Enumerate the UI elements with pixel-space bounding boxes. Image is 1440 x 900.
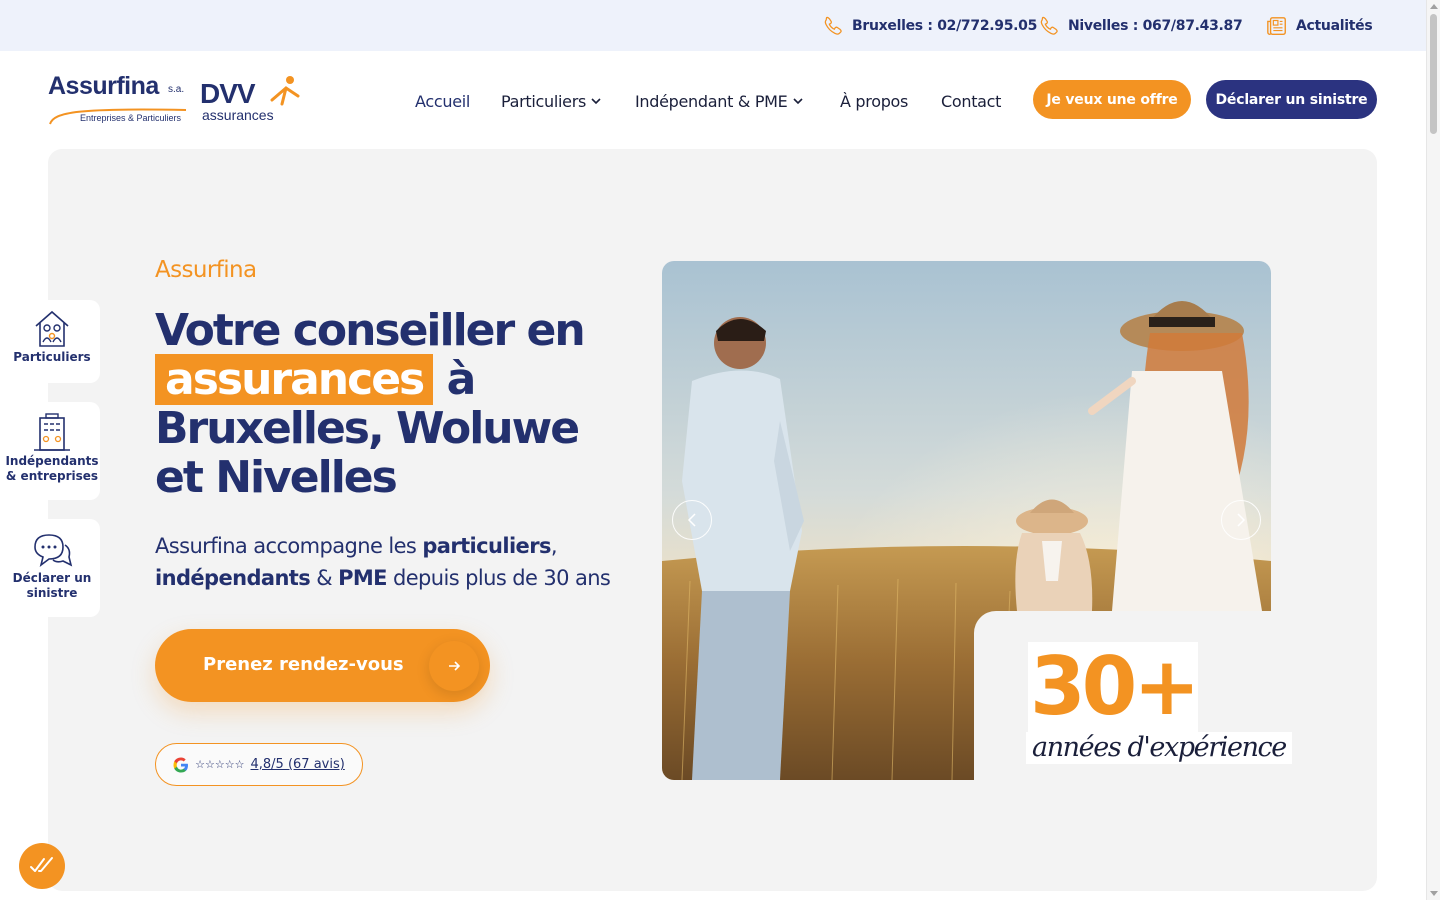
nav-about-label: À propos [840,91,909,111]
sidetab-business-label: Indépendants & entreprises [5,454,99,483]
news-label: Actualités [1296,18,1373,34]
nav-business-label: Indépendant & PME [635,91,788,111]
newspaper-icon [1267,17,1286,35]
nav-home[interactable]: Accueil [415,90,470,112]
declare-claim-button[interactable]: Déclarer un sinistre [1206,80,1377,119]
phone-bruxelles-link[interactable]: Bruxelles : 02/772.95.05 [822,15,1037,37]
dvv-sub: assurances [202,107,274,123]
dvv-logo[interactable]: DVV assurances [200,74,300,126]
sidetab-individuals[interactable]: Particuliers [4,300,100,383]
scrollbar[interactable] [1426,0,1440,900]
chevron-left-icon [687,513,696,527]
stat-label: années d'expérience [1026,732,1292,764]
sidetab-claim-label: Déclarer un sinistre [12,571,92,600]
rating-stars: ☆☆☆☆☆ [195,758,245,771]
chat-bubbles-icon [34,534,73,567]
phone-nivelles-text: Nivelles : 067/87.43.87 [1068,18,1243,34]
sidetab-individuals-label: Particuliers [13,350,91,364]
hero-title-highlight: assurances [155,354,434,405]
hero-title-part2: à [446,354,477,405]
hero-title-part3: Bruxelles, Woluwe et Nivelles [155,403,580,503]
google-reviews-badge[interactable]: ☆☆☆☆☆ 4,8/5 (67 avis) [155,743,363,786]
nav-contact[interactable]: Contact [941,90,1001,112]
lead-text-4: depuis plus de 30 ans [393,566,611,590]
arrow-right-icon [429,641,479,691]
phone-icon [1040,16,1058,35]
cookie-consent-button[interactable] [19,843,65,889]
nav-contact-label: Contact [941,91,1002,111]
chevron-down-icon [591,98,601,105]
scrollbar-thumb[interactable] [1430,14,1437,134]
scroll-up-arrow[interactable] [1430,4,1438,9]
lead-ampersand: & [316,566,332,590]
logo-brand: Assurfina [48,72,159,100]
google-icon [173,757,189,772]
book-appointment-label: Prenez rendez-vous [203,654,404,675]
chevron-right-icon [1237,513,1246,527]
top-bar: Bruxelles : 02/772.95.05 Nivelles : 067/… [0,0,1426,51]
carousel-next-button[interactable] [1221,500,1261,540]
carousel-prev-button[interactable] [672,500,712,540]
book-appointment-button[interactable]: Prenez rendez-vous [155,629,490,702]
phone-nivelles-link[interactable]: Nivelles : 067/87.43.87 [1038,15,1243,37]
scroll-down-arrow[interactable] [1430,891,1438,896]
lead-text-1: Assurfina accompagne les [155,534,417,558]
news-link[interactable]: Actualités [1266,15,1373,37]
phone-bruxelles-text: Bruxelles : 02/772.95.05 [852,18,1038,34]
logo-tagline: Entreprises & Particuliers [80,113,182,123]
nav-individuals-label: Particuliers [501,91,587,111]
rating-score: 4,8/5 (67 avis) [250,757,345,772]
sidetab-claim[interactable]: Déclarer un sinistre [4,519,100,617]
dvv-wordmark: DVV [200,78,256,109]
hero-lead: Assurfina accompagne les particuliers, i… [155,530,635,594]
lead-bold-pme: PME [338,566,387,590]
lead-comma: , [550,534,558,558]
lead-bold-individuals: particuliers [422,534,551,558]
nav-individuals[interactable]: Particuliers [501,90,602,112]
nav-business[interactable]: Indépendant & PME [635,90,804,112]
stat-number: 30+ [1028,640,1200,733]
sidetab-business[interactable]: Indépendants & entreprises [4,402,100,500]
office-building-icon [34,413,70,451]
double-check-icon [30,857,53,872]
dvv-figure-icon [270,76,300,106]
hero-title: Votre conseiller en assurances à Bruxell… [155,306,635,502]
request-offer-button[interactable]: Je veux une offre [1033,80,1191,119]
phone-icon [824,16,842,35]
nav-home-label: Accueil [415,91,471,111]
lead-bold-independents: indépendants [155,566,311,590]
hero-kicker: Assurfina [155,257,257,283]
family-house-icon [35,310,69,347]
assurfina-logo[interactable]: Assurfina s.a. Entreprises & Particulier… [48,72,188,128]
hero-title-part1: Votre conseiller en [155,305,586,356]
chevron-down-icon [792,98,803,105]
logo-suffix: s.a. [168,84,185,95]
nav-about[interactable]: À propos [840,90,908,112]
